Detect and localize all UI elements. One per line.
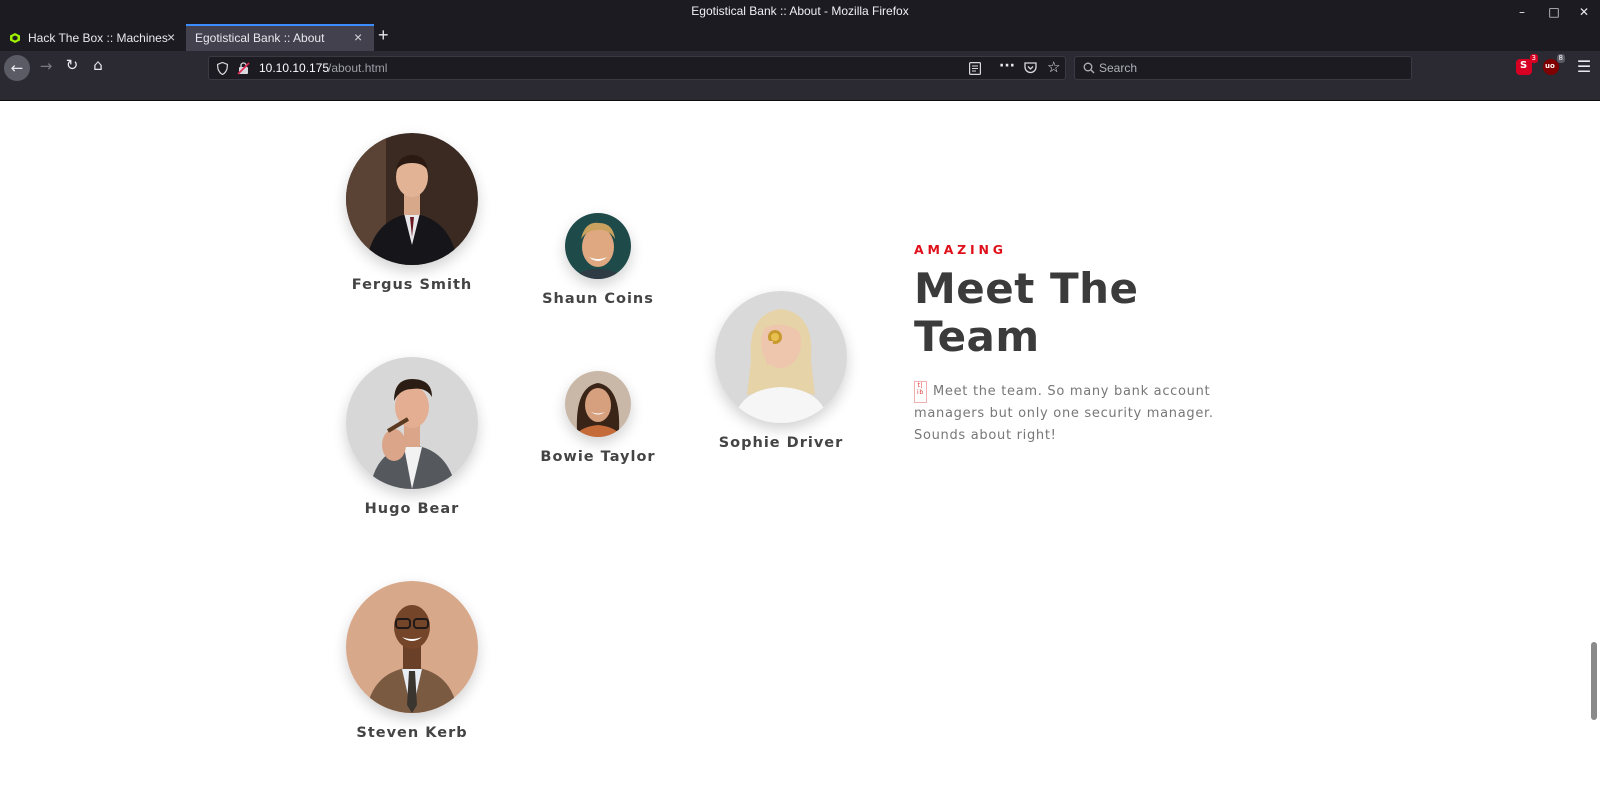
avatar bbox=[565, 371, 631, 437]
member-name: Shaun Coins bbox=[542, 291, 654, 307]
ublock-origin-icon[interactable]: uo 8 bbox=[1543, 54, 1565, 75]
team-member-sophie-driver: Sophie Driver bbox=[701, 291, 861, 451]
insecure-lock-icon[interactable] bbox=[237, 62, 250, 75]
navigation-toolbar: ← → ↻ ⌂ 10.10.10.175 /about.html ··· ☆ S… bbox=[0, 51, 1600, 101]
htb-favicon-icon bbox=[10, 33, 20, 43]
member-name: Steven Kerb bbox=[356, 725, 468, 741]
page-actions-menu-icon[interactable]: ··· bbox=[999, 58, 1015, 74]
page-content: Fergus Smith Shaun Coins Sophie Driver H… bbox=[0, 101, 1600, 798]
search-bar[interactable]: Search bbox=[1074, 56, 1412, 80]
team-member-bowie-taylor: Bowie Taylor bbox=[532, 371, 664, 465]
tab-hackthebox[interactable]: Hack The Box :: Machines × bbox=[0, 24, 186, 51]
minimize-button[interactable]: – bbox=[1513, 3, 1531, 21]
pocket-icon[interactable] bbox=[1024, 62, 1037, 74]
window-titlebar: Egotistical Bank :: About - Mozilla Fire… bbox=[0, 0, 1600, 24]
section-eyebrow: AMAZING bbox=[914, 242, 1007, 257]
tab-egotistical-bank[interactable]: Egotistical Bank :: About × bbox=[186, 24, 374, 51]
extension-badge: 8 bbox=[1556, 54, 1565, 63]
scrollbar-thumb[interactable] bbox=[1591, 642, 1597, 720]
tracking-shield-icon[interactable] bbox=[217, 62, 228, 75]
member-name: Sophie Driver bbox=[718, 435, 844, 451]
hamburger-menu-icon[interactable]: ☰ bbox=[1576, 57, 1592, 76]
avatar bbox=[346, 133, 478, 265]
avatar bbox=[565, 213, 631, 279]
section-heading: Meet The Team bbox=[914, 264, 1139, 361]
team-member-steven-kerb: Steven Kerb bbox=[332, 581, 492, 741]
close-tab-icon[interactable]: × bbox=[354, 29, 362, 45]
member-name: Fergus Smith bbox=[351, 277, 473, 293]
section-description: t| ib Meet the team. So many bank account… bbox=[914, 381, 1270, 447]
broken-image-icon: t| ib bbox=[914, 381, 927, 403]
back-button[interactable]: ← bbox=[4, 55, 30, 81]
url-bar[interactable]: 10.10.10.175 /about.html ··· ☆ bbox=[208, 56, 1066, 80]
avatar bbox=[346, 581, 478, 713]
member-name: Hugo Bear bbox=[364, 501, 460, 517]
search-icon bbox=[1083, 62, 1095, 74]
tab-strip: Hack The Box :: Machines × Egotistical B… bbox=[0, 24, 1600, 51]
team-member-shaun-coins: Shaun Coins bbox=[532, 213, 664, 307]
bookmark-star-icon[interactable]: ☆ bbox=[1047, 58, 1060, 76]
url-path: /about.html bbox=[328, 61, 388, 75]
extension-badge: 3 bbox=[1529, 54, 1538, 63]
close-tab-icon[interactable]: × bbox=[167, 29, 175, 45]
reload-button[interactable]: ↻ bbox=[62, 56, 82, 74]
avatar bbox=[715, 291, 847, 423]
window-title: Egotistical Bank :: About - Mozilla Fire… bbox=[691, 4, 909, 18]
home-button[interactable]: ⌂ bbox=[88, 56, 108, 74]
description-text: Meet the team. So many bank account mana… bbox=[914, 384, 1214, 443]
tab-label: Hack The Box :: Machines bbox=[28, 31, 168, 45]
avatar bbox=[346, 357, 478, 489]
maximize-button[interactable]: □ bbox=[1545, 3, 1563, 21]
reader-view-icon[interactable] bbox=[969, 62, 981, 75]
team-member-hugo-bear: Hugo Bear bbox=[332, 357, 492, 517]
member-name: Bowie Taylor bbox=[540, 449, 656, 465]
url-host: 10.10.10.175 bbox=[259, 61, 330, 75]
team-member-fergus-smith: Fergus Smith bbox=[332, 133, 492, 293]
forward-button[interactable]: → bbox=[36, 57, 56, 75]
new-tab-button[interactable]: + bbox=[378, 25, 389, 52]
tab-label: Egotistical Bank :: About bbox=[195, 31, 325, 45]
close-window-button[interactable]: ✕ bbox=[1575, 3, 1593, 21]
extension-s-icon[interactable]: S 3 bbox=[1516, 54, 1538, 75]
search-placeholder: Search bbox=[1099, 61, 1138, 75]
